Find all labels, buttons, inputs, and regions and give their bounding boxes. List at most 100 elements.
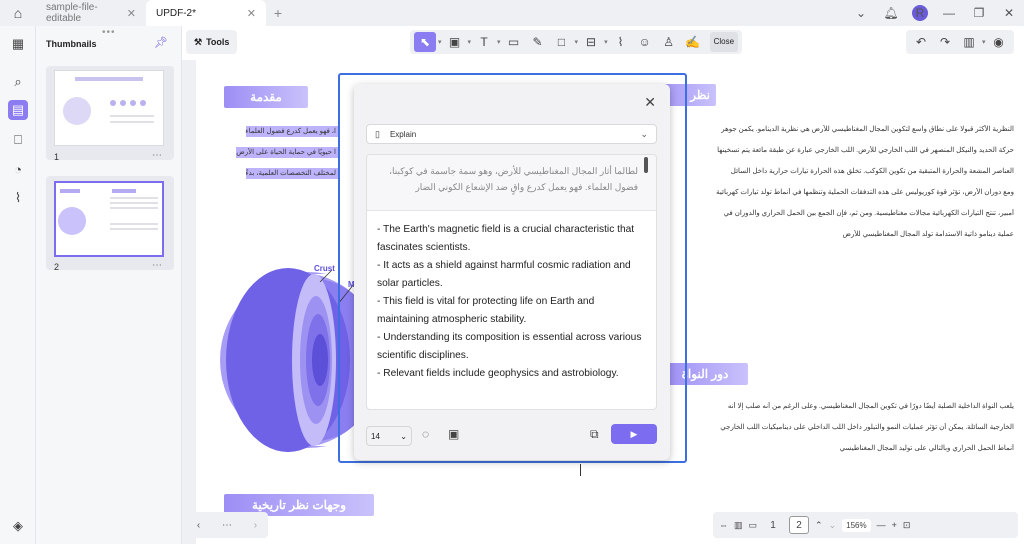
- attach-icon[interactable]: ⌇: [610, 32, 632, 52]
- chevron-down-icon[interactable]: ▾: [438, 38, 442, 46]
- chat-icon[interactable]: ◌: [422, 427, 429, 441]
- left-rail: ▦ ⌕ ▤ ⎕ ◔ ⌇ ◈: [0, 26, 36, 544]
- more-icon[interactable]: ⋯: [152, 150, 162, 161]
- top-toolbar: ⚒ Tools ⬉ ▾ ▣ ▾ T ▾ ▭ ✎ □ ▾ ⊟ ▾ ⌇ ☺ ♙ ✍ Close…: [182, 26, 1024, 60]
- chevron-right-icon[interactable]: ›: [254, 520, 257, 531]
- annotation-toolbar: ⬉ ▾ ▣ ▾ T ▾ ▭ ✎ □ ▾ ⊟ ▾ ⌇ ☺ ♙ ✍ Close: [410, 30, 743, 54]
- mode-label: Explain: [389, 129, 417, 139]
- undo-icon[interactable]: ↶: [910, 32, 932, 52]
- chevron-up-icon[interactable]: ⌃: [815, 520, 823, 531]
- attachment-icon[interactable]: ⌇: [8, 188, 28, 208]
- body-text-line: حركة الحديد والنيكل المنصهر في اللب الخا…: [717, 147, 1014, 154]
- explanation-list: - The Earth's magnetic field is a crucia…: [377, 221, 649, 383]
- new-tab-icon[interactable]: +: [266, 5, 290, 21]
- title-bar: ⌂ sample-file-editable ✕ UPDF-2* ✕ + ⌄ 🔔…: [0, 0, 1024, 26]
- drag-handle-icon[interactable]: •••: [102, 27, 116, 38]
- minimize-icon[interactable]: —: [934, 6, 964, 20]
- body-text-line: العناصر المشعة والحرارة المتبقية من تكوي…: [730, 168, 1014, 175]
- signature-icon[interactable]: ✍: [682, 32, 704, 52]
- body-text-line: أمبير، تنتج التيارات الكهربائية مجالات م…: [723, 210, 1014, 217]
- image-icon[interactable]: ▣: [448, 427, 459, 441]
- note-icon[interactable]: ▭: [503, 32, 525, 52]
- font-size-select[interactable]: 14 ⌄: [366, 426, 412, 446]
- bookmark-icon[interactable]: ⎕: [8, 130, 28, 150]
- chevron-down-icon[interactable]: ▾: [497, 38, 501, 46]
- comment-icon[interactable]: ◔: [8, 159, 28, 179]
- body-text-line: لمختلف التخصصات العلمية، بدءً: [245, 170, 336, 177]
- body-text-line: الخارجية السائلة. يمكن أن تؤثر عمليات ال…: [720, 424, 1014, 431]
- zoom-level[interactable]: 156%: [842, 518, 871, 532]
- list-item: - Relevant fields include geophysics and…: [377, 368, 619, 379]
- chevron-left-icon[interactable]: ‹: [197, 520, 200, 531]
- zoom-out-icon[interactable]: —: [877, 520, 886, 530]
- list-item: - This field is vital for protecting lif…: [377, 296, 595, 325]
- list-item: - Understanding its composition is essen…: [377, 332, 642, 361]
- fit-width-icon[interactable]: ⇔: [719, 520, 728, 530]
- pin-icon[interactable]: 📌︎: [154, 36, 168, 49]
- tab-updf-2[interactable]: UPDF-2* ✕: [146, 0, 266, 26]
- select-cursor-icon[interactable]: ⬉: [414, 32, 436, 52]
- close-window-icon[interactable]: ✕: [994, 6, 1024, 20]
- restore-icon[interactable]: ❐: [964, 6, 994, 20]
- text-box-icon[interactable]: ▣: [444, 32, 466, 52]
- page-layout-icon[interactable]: ▥: [734, 520, 743, 531]
- chevron-down-icon[interactable]: ▾: [982, 38, 986, 46]
- chevron-down-icon[interactable]: ▾: [575, 38, 579, 46]
- send-icon: ▶: [630, 428, 638, 439]
- body-text-line: يلعب النواة الداخلية الصلبة أيضًا دورًا …: [727, 403, 1014, 410]
- save-icon[interactable]: ▥: [958, 32, 980, 52]
- layers-icon[interactable]: ◈: [8, 516, 28, 536]
- close-tab-icon[interactable]: ✕: [127, 7, 136, 20]
- presentation-icon[interactable]: ▭: [749, 520, 758, 531]
- close-icon[interactable]: ✕: [644, 94, 656, 111]
- stamp-icon[interactable]: ♙: [658, 32, 680, 52]
- tab-sample-file[interactable]: sample-file-editable ✕: [36, 0, 146, 26]
- page-button-1[interactable]: 1: [763, 516, 783, 534]
- thumbnail-number: 2: [54, 262, 60, 272]
- home-icon[interactable]: ⌂: [0, 0, 36, 26]
- response-panel[interactable]: لطالما أثار المجال المغناطيسي للأرض، وهو…: [366, 154, 657, 410]
- chevron-down-icon[interactable]: ▾: [468, 38, 472, 46]
- copy-icon[interactable]: ⧉: [590, 427, 599, 442]
- chevron-down-icon: ⌄: [400, 431, 407, 441]
- scrollbar[interactable]: [644, 157, 648, 173]
- text-icon[interactable]: T: [473, 32, 495, 52]
- mode-select[interactable]: ▯ Explain ⌄: [366, 124, 657, 144]
- pen-icon[interactable]: ✎: [527, 32, 549, 52]
- dialog-footer: 14 ⌄ ◌ ▣ ⧉ ▶: [366, 424, 657, 448]
- close-button[interactable]: Close: [709, 32, 739, 52]
- chevron-down-icon[interactable]: ⌄: [829, 520, 837, 531]
- shape-icon[interactable]: □: [551, 32, 573, 52]
- close-tab-icon[interactable]: ✕: [247, 7, 256, 20]
- fit-page-icon[interactable]: ⊡: [903, 520, 911, 531]
- ai-assistant-icon[interactable]: ◉: [988, 32, 1010, 52]
- more-icon[interactable]: ⋯: [152, 260, 162, 271]
- chevron-down-icon[interactable]: ⌄: [846, 6, 876, 20]
- chevron-down-icon[interactable]: ▾: [604, 38, 608, 46]
- body-text-line: ا، فهو يعمل كدرع فضول العلماء: [245, 128, 336, 135]
- redo-icon[interactable]: ↷: [934, 32, 956, 52]
- more-icon[interactable]: ⋯: [222, 520, 232, 531]
- thumbnail-page-1[interactable]: [54, 70, 164, 146]
- avatar[interactable]: R: [912, 5, 928, 21]
- layout-icon[interactable]: ▦: [8, 34, 28, 54]
- page-button-2[interactable]: 2: [789, 516, 810, 534]
- send-button[interactable]: ▶: [611, 424, 657, 444]
- body-text-line: ا حيويًا في حماية الحياة على الأرض: [236, 149, 336, 156]
- bell-icon[interactable]: 🔔︎: [876, 6, 906, 20]
- stamp-area-icon[interactable]: ⊟: [580, 32, 602, 52]
- body-text-line: أنماط الحمل الحراري وبالتالي على توليد ا…: [839, 445, 1014, 452]
- text-cursor: [580, 464, 581, 476]
- book-icon: ▯: [375, 128, 380, 139]
- toolbox-icon: ⚒: [194, 36, 203, 47]
- thumbnails-panel: ••• Thumbnails 📌︎ 1 ⋯ 2 ⋯: [36, 26, 182, 544]
- sticker-icon[interactable]: ☺: [634, 32, 656, 52]
- thumbnails-icon[interactable]: ▤: [8, 100, 28, 120]
- tab-label: UPDF-2*: [156, 7, 197, 19]
- body-text-line: النظرية الأكثر قبولا على نطاق واسع لتكوي…: [721, 126, 1014, 133]
- tools-button[interactable]: ⚒ Tools: [186, 30, 238, 54]
- thumbnail-number: 1: [54, 152, 60, 162]
- search-icon[interactable]: ⌕: [8, 72, 28, 92]
- thumbnail-page-2[interactable]: [54, 181, 164, 257]
- zoom-in-icon[interactable]: +: [892, 520, 897, 530]
